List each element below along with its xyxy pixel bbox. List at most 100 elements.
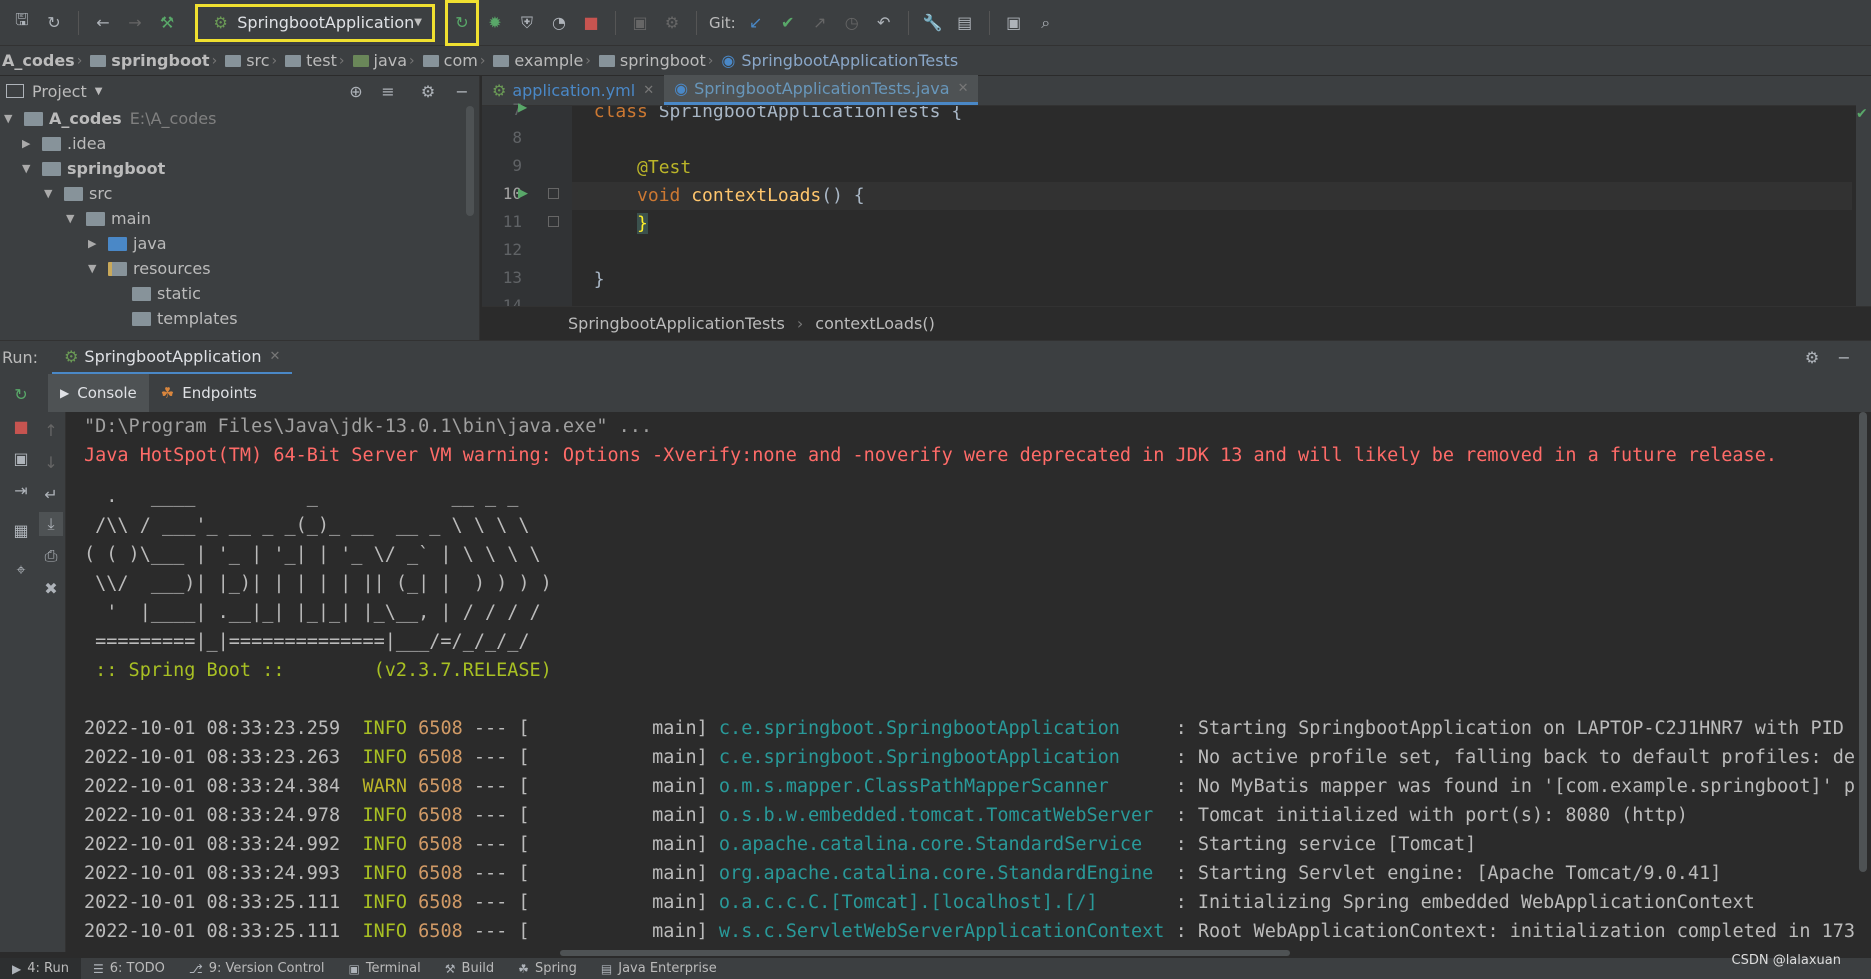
scroll-to-end-icon[interactable]: ⤓ [39,512,63,536]
breadcrumb-item[interactable]: springboot [84,51,210,70]
git-commit-check-icon[interactable]: ✔ [776,11,800,35]
search-icon[interactable]: ⌕ [1034,11,1058,35]
tool-tab-version-control[interactable]: ⎇ 9: Version Control [177,958,337,979]
breadcrumb-item[interactable]: test [279,51,337,70]
tree-item-springboot[interactable]: ▼ springboot [22,156,165,181]
breadcrumb-item[interactable]: ◉ SpringbootApplicationTests [715,51,958,70]
arrow-down-icon[interactable]: ↓ [39,450,63,474]
breadcrumb-item[interactable]: src [219,51,270,70]
tree-item-idea[interactable]: ▶ .idea [22,131,106,156]
line-number: 8 [512,128,522,147]
settings-wrench-icon[interactable]: 🔧 [921,11,945,35]
arrow-up-icon[interactable]: ↑ [39,418,63,442]
stop-icon[interactable]: ■ [9,414,33,438]
layout-icon[interactable]: ▦ [9,518,33,542]
fold-marker-icon[interactable] [548,188,559,199]
forward-arrow-icon[interactable]: → [123,11,147,35]
tree-item-resources[interactable]: ▼ resources [88,256,211,281]
profile-icon[interactable]: ◔ [547,11,571,35]
toolbar-separator [615,10,616,35]
git-push-icon[interactable]: ↗ [808,11,832,35]
spring-banner-line: . ____ _ __ _ _ [84,486,519,507]
scrollbar-thumb[interactable] [1859,412,1867,872]
attach-debugger-icon[interactable]: ▣ [628,11,652,35]
tab-console[interactable]: ▶ Console [48,374,149,412]
project-view-icon [6,84,24,98]
collapse-all-icon[interactable]: ≡ [376,79,400,103]
console-output[interactable]: "D:\Program Files\Java\jdk-13.0.1\bin\ja… [66,412,1856,952]
tool-tab-java-enterprise[interactable]: ▤ Java Enterprise [589,958,729,979]
breadcrumb-item[interactable]: A_codes [2,51,75,70]
tool-tab-run[interactable]: ▶ 4: Run [0,958,81,979]
run-configuration-selector[interactable]: ⚙ SpringbootApplication ▼ [195,3,435,42]
folder-icon [132,286,151,301]
expand-arrow-icon[interactable]: ▼ [44,187,58,200]
terminal-window-icon[interactable]: ▣ [1002,11,1026,35]
project-structure-icon[interactable]: ▤ [953,11,977,35]
minimize-icon[interactable]: − [1832,346,1856,370]
fold-marker-icon[interactable] [548,216,559,227]
editor-breadcrumb-item[interactable]: SpringbootApplicationTests [568,314,785,333]
rerun-button[interactable]: ↻ [445,0,479,46]
collapse-arrow-icon[interactable]: ▶ [22,137,36,150]
trash-icon[interactable]: ✖ [39,576,63,600]
console-vertical-scrollbar[interactable] [1856,412,1871,952]
tree-item-templates[interactable]: templates [132,306,238,331]
tool-tab-spring[interactable]: ☘ Spring [506,958,589,979]
print-icon[interactable]: ⎙ [39,544,63,568]
chevron-right-icon: › [707,52,714,69]
code-editor[interactable]: class SpringbootApplicationTests { @Test… [572,106,1852,306]
git-rollback-icon[interactable]: ↶ [872,11,896,35]
locate-target-icon[interactable]: ⊕ [344,79,368,103]
run-tab-springboot-application[interactable]: ⚙ SpringbootApplication ✕ [52,341,293,375]
tab-endpoints[interactable]: ☘ Endpoints [149,374,269,412]
chevron-down-icon[interactable]: ▼ [95,86,103,97]
breadcrumb-item[interactable]: com [417,51,478,70]
close-icon[interactable]: ✕ [958,81,969,96]
tab-springboot-application-tests[interactable]: ◉ SpringbootApplicationTests.java ✕ [664,75,979,105]
editor-breadcrumb-item[interactable]: contextLoads() [815,314,935,333]
tree-item-src[interactable]: ▼ src [44,181,112,206]
debug-bug-icon[interactable]: ✹ [483,11,507,35]
back-arrow-icon[interactable]: ← [91,11,115,35]
expand-arrow-icon[interactable]: ▼ [22,162,36,175]
tool-tab-todo[interactable]: ☰ 6: TODO [81,958,177,979]
build-hammer-icon[interactable]: ⚒ [155,11,179,35]
git-history-clock-icon[interactable]: ◷ [840,11,864,35]
tool-tab-build[interactable]: ⚒ Build [433,958,506,979]
tool-tab-terminal[interactable]: ▣ Terminal [336,958,432,979]
soft-wrap-icon[interactable]: ↵ [39,482,63,506]
run-test-gutter-icon[interactable]: ▶ [518,100,527,114]
minimize-icon[interactable]: − [450,79,474,103]
expand-arrow-icon[interactable]: ▼ [66,212,80,225]
collapse-arrow-icon[interactable]: ▶ [88,237,102,250]
expand-arrow-icon[interactable]: ▼ [4,112,18,125]
breadcrumb-item[interactable]: springboot [593,51,706,70]
gear-icon[interactable]: ⚙ [1800,346,1824,370]
project-panel-title[interactable]: Project [32,82,87,101]
close-icon[interactable]: ✕ [643,83,654,98]
save-icon[interactable]: 🖫 [10,10,34,35]
tree-item-main[interactable]: ▼ main [66,206,151,231]
rerun-icon[interactable]: ↻ [9,382,33,406]
stop-icon[interactable]: ■ [579,11,603,35]
camera-icon[interactable]: ▣ [9,446,33,470]
tree-item-java[interactable]: ▶ java [88,231,167,256]
pin-icon[interactable]: ⌖ [9,558,33,582]
gear-icon[interactable]: ⚙ [416,79,440,103]
line-number: 9 [512,156,522,175]
close-icon[interactable]: ✕ [269,349,280,364]
tree-item-a-codes[interactable]: ▼ A_codes E:\A_codes [4,106,216,131]
tree-item-static[interactable]: static [132,281,201,306]
tree-scrollbar[interactable] [466,106,474,216]
service-icon[interactable]: ⚙ [660,11,684,35]
breadcrumb-item[interactable]: example [487,51,583,70]
run-test-gutter-icon[interactable]: ▶ [518,186,528,201]
coverage-icon[interactable]: ⛨ [515,11,539,35]
sync-icon[interactable]: ↻ [42,11,66,35]
exit-icon[interactable]: ⇥ [9,478,33,502]
console-horizontal-scrollbar[interactable] [560,950,1290,956]
expand-arrow-icon[interactable]: ▼ [88,262,102,275]
git-update-icon[interactable]: ↙ [744,11,768,35]
breadcrumb-item[interactable]: java [347,51,407,70]
